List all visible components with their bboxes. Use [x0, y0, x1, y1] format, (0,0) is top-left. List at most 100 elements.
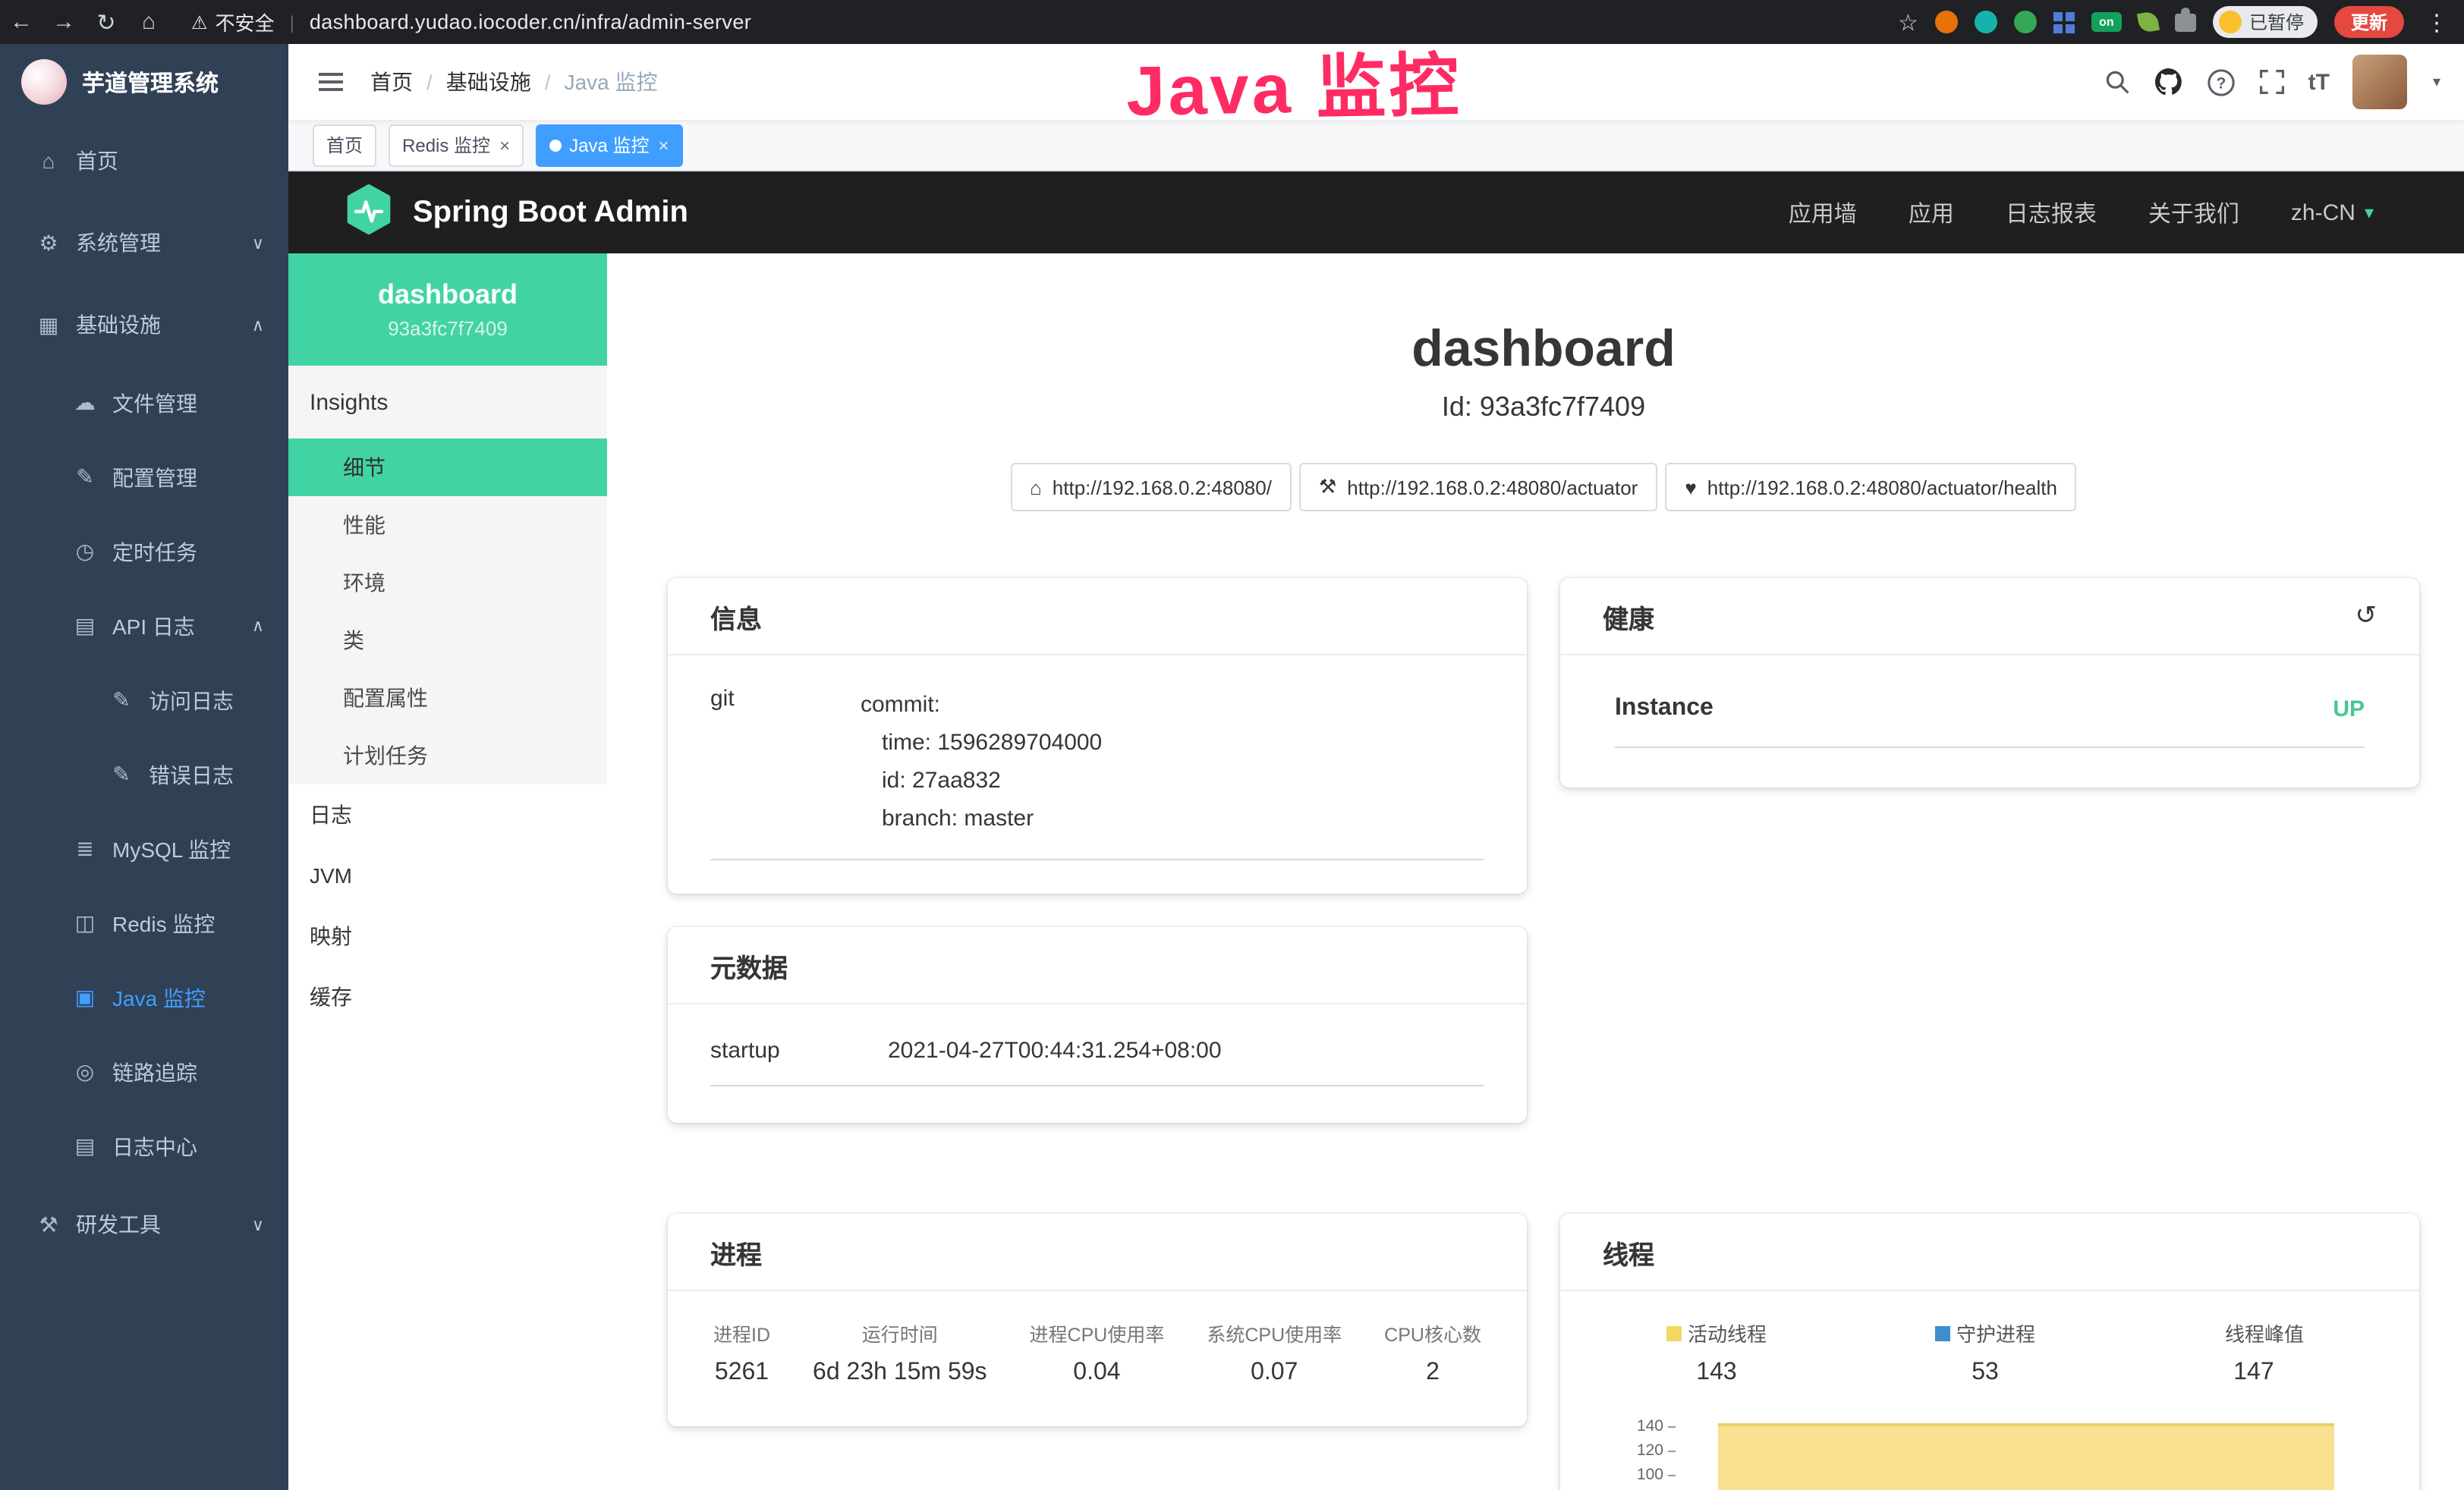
- instance-id: 93a3fc7f7409: [388, 317, 508, 340]
- sidebar-item[interactable]: ✎ 配置管理: [0, 440, 288, 514]
- git-time-line: time: 1596289704000: [861, 724, 1102, 762]
- sba-sidebar-item[interactable]: 类: [288, 611, 607, 669]
- instance-id-line: Id: 93a3fc7f7409: [668, 391, 2419, 423]
- locale-label: zh-CN: [2291, 200, 2355, 225]
- active-dot: [549, 139, 562, 151]
- sba-nav-item[interactable]: 应用墙: [1789, 196, 1857, 228]
- font-size-icon[interactable]: tT: [2308, 69, 2330, 95]
- on-toggle-extension-icon[interactable]: on: [2091, 12, 2122, 32]
- sidebar-item[interactable]: ◷ 定时任务: [0, 514, 288, 589]
- instance-link[interactable]: ⌂ http://192.168.0.2:48080/: [1010, 463, 1292, 511]
- url-text[interactable]: dashboard.yudao.iocoder.cn/infra/admin-s…: [310, 11, 751, 33]
- browser-home-icon[interactable]: ⌂: [127, 9, 170, 35]
- git-id-line: id: 27aa832: [861, 762, 1102, 800]
- back-icon[interactable]: ←: [0, 9, 42, 35]
- sba-sidebar-item[interactable]: 环境: [288, 554, 607, 611]
- sidebar-item[interactable]: ▤ API 日志 ∧: [0, 589, 288, 663]
- smiley-icon: [2219, 11, 2242, 33]
- status-badge: UP: [2333, 696, 2365, 721]
- grid-extension-icon[interactable]: [2053, 11, 2075, 33]
- instance-link[interactable]: ♥ http://192.168.0.2:48080/actuator/heal…: [1665, 463, 2077, 511]
- chevron-down-icon: ▾: [2365, 202, 2374, 223]
- process-metric: 进程ID 5261: [713, 1319, 770, 1387]
- sidebar-item[interactable]: ▣ Java 监控: [0, 960, 288, 1035]
- locale-selector[interactable]: zh-CN ▾: [2291, 200, 2374, 225]
- sba-nav-item[interactable]: 关于我们: [2148, 196, 2239, 228]
- forward-icon[interactable]: →: [42, 9, 85, 35]
- chevron-icon: ∨: [252, 233, 264, 253]
- sidebar-item-label: API 日志: [112, 611, 195, 641]
- info-row: git commit: time: 1596289704000 id: 27aa…: [710, 686, 1484, 860]
- sba-sidebar-item[interactable]: 细节: [288, 439, 607, 496]
- sba-sidebar-item[interactable]: 计划任务: [288, 727, 607, 784]
- fox-extension-icon[interactable]: [1935, 11, 1958, 33]
- sba-nav-item[interactable]: 应用: [1909, 196, 1954, 228]
- warning-icon: ⚠: [191, 11, 208, 33]
- sidebar-item[interactable]: ◎ 链路追踪: [0, 1035, 288, 1109]
- sba-nav-item[interactable]: 日志报表: [2006, 196, 2097, 228]
- help-icon[interactable]: ?: [2207, 68, 2236, 96]
- bookmark-star-icon[interactable]: ☆: [1898, 8, 1918, 36]
- sidebar-item[interactable]: ⚒ 研发工具 ∨: [0, 1184, 288, 1265]
- sba-sidebar-item[interactable]: 日志: [288, 784, 607, 845]
- breadcrumb-item[interactable]: 首页: [370, 67, 446, 97]
- metadata-row: startup 2021-04-27T00:44:31.254+08:00: [710, 1038, 1484, 1086]
- tag-close-icon[interactable]: ×: [658, 136, 669, 154]
- sidebar-item[interactable]: ▦ 基础设施 ∧: [0, 284, 288, 366]
- instance-link[interactable]: ⚒ http://192.168.0.2:48080/actuator: [1299, 463, 1657, 511]
- sidebar-item[interactable]: ▤ 日志中心: [0, 1109, 288, 1184]
- metadata-card-title: 元数据: [668, 927, 1527, 1004]
- sidebar-item[interactable]: ◫ Redis 监控: [0, 886, 288, 960]
- file-icon: ☁: [70, 390, 100, 416]
- sba-sidebar-item[interactable]: 配置属性: [288, 669, 607, 727]
- puzzle-extension-icon[interactable]: [2175, 13, 2196, 31]
- tab-label: 首页: [326, 132, 363, 158]
- fullscreen-icon[interactable]: [2258, 68, 2286, 96]
- sidebar-item[interactable]: ≣ MySQL 监控: [0, 812, 288, 886]
- process-metric-label: CPU核心数: [1384, 1319, 1481, 1347]
- sidebar-item[interactable]: ✎ 访问日志: [0, 663, 288, 737]
- health-row: Instance UP: [1615, 695, 2365, 748]
- sidebar-item[interactable]: ✎ 错误日志: [0, 737, 288, 812]
- leaf-extension-icon[interactable]: [2137, 11, 2160, 33]
- avatar[interactable]: [2352, 55, 2407, 109]
- health-card-title: 健康: [1603, 597, 1654, 635]
- security-chip[interactable]: ⚠ 不安全: [191, 8, 275, 36]
- chevron-icon: ∧: [252, 315, 264, 335]
- tab[interactable]: Java 监控 ×: [536, 124, 682, 166]
- browser-menu-icon[interactable]: ⋮: [2421, 8, 2453, 36]
- breadcrumb-item[interactable]: 基础设施: [446, 67, 565, 97]
- droplet-extension-icon[interactable]: [1975, 11, 1997, 33]
- sidebar-item[interactable]: ⚙ 系统管理 ∨: [0, 202, 288, 284]
- browser-toolbar-right: ☆ on 已暂停 更新 ⋮: [1898, 6, 2464, 38]
- reload-icon[interactable]: ↻: [85, 8, 127, 36]
- insights-group-label: Insights: [288, 366, 607, 439]
- tick-mark: [1668, 1450, 1676, 1451]
- sidebar-item[interactable]: ⌂ 首页: [0, 120, 288, 202]
- sba-sidebar-item[interactable]: JVM: [288, 845, 607, 906]
- history-icon[interactable]: ↺: [2355, 601, 2377, 631]
- tag-close-icon[interactable]: ×: [499, 136, 510, 154]
- breadcrumb-item[interactable]: Java 监控: [565, 67, 658, 97]
- y-circle-extension-icon[interactable]: [2014, 11, 2037, 33]
- search-icon[interactable]: [2104, 68, 2131, 96]
- tab[interactable]: 首页: [313, 124, 376, 166]
- sba-sidebar-item[interactable]: 映射: [288, 906, 607, 967]
- sba-sidebar-item[interactable]: 缓存: [288, 967, 607, 1027]
- update-button[interactable]: 更新: [2334, 6, 2404, 38]
- security-label: 不安全: [216, 8, 275, 36]
- process-metric-label: 进程ID: [713, 1319, 770, 1347]
- instance-link-url: http://192.168.0.2:48080/actuator/health: [1707, 476, 2057, 498]
- sidebar-item[interactable]: ☁ 文件管理: [0, 366, 288, 440]
- github-icon[interactable]: [2154, 67, 2184, 97]
- process-metrics: 进程ID 5261 运行时间 6d 23h 15m 59s 进程CPU使用率 0…: [668, 1291, 1527, 1426]
- sba-sidebar-item[interactable]: 性能: [288, 496, 607, 554]
- sidebar-toggle-icon[interactable]: [313, 67, 349, 97]
- instance-header-card[interactable]: dashboard 93a3fc7f7409: [288, 253, 607, 366]
- metadata-value: 2021-04-27T00:44:31.254+08:00: [888, 1038, 1222, 1064]
- sidebar-item-label: 文件管理: [112, 388, 197, 418]
- tab[interactable]: Redis 监控 ×: [389, 124, 524, 166]
- sync-paused-chip[interactable]: 已暂停: [2213, 6, 2318, 38]
- app-logo-row[interactable]: 芋道管理系统: [0, 44, 288, 120]
- browser-toolbar: ← → ↻ ⌂ ⚠ 不安全 | dashboard.yudao.iocoder.…: [0, 0, 2464, 44]
